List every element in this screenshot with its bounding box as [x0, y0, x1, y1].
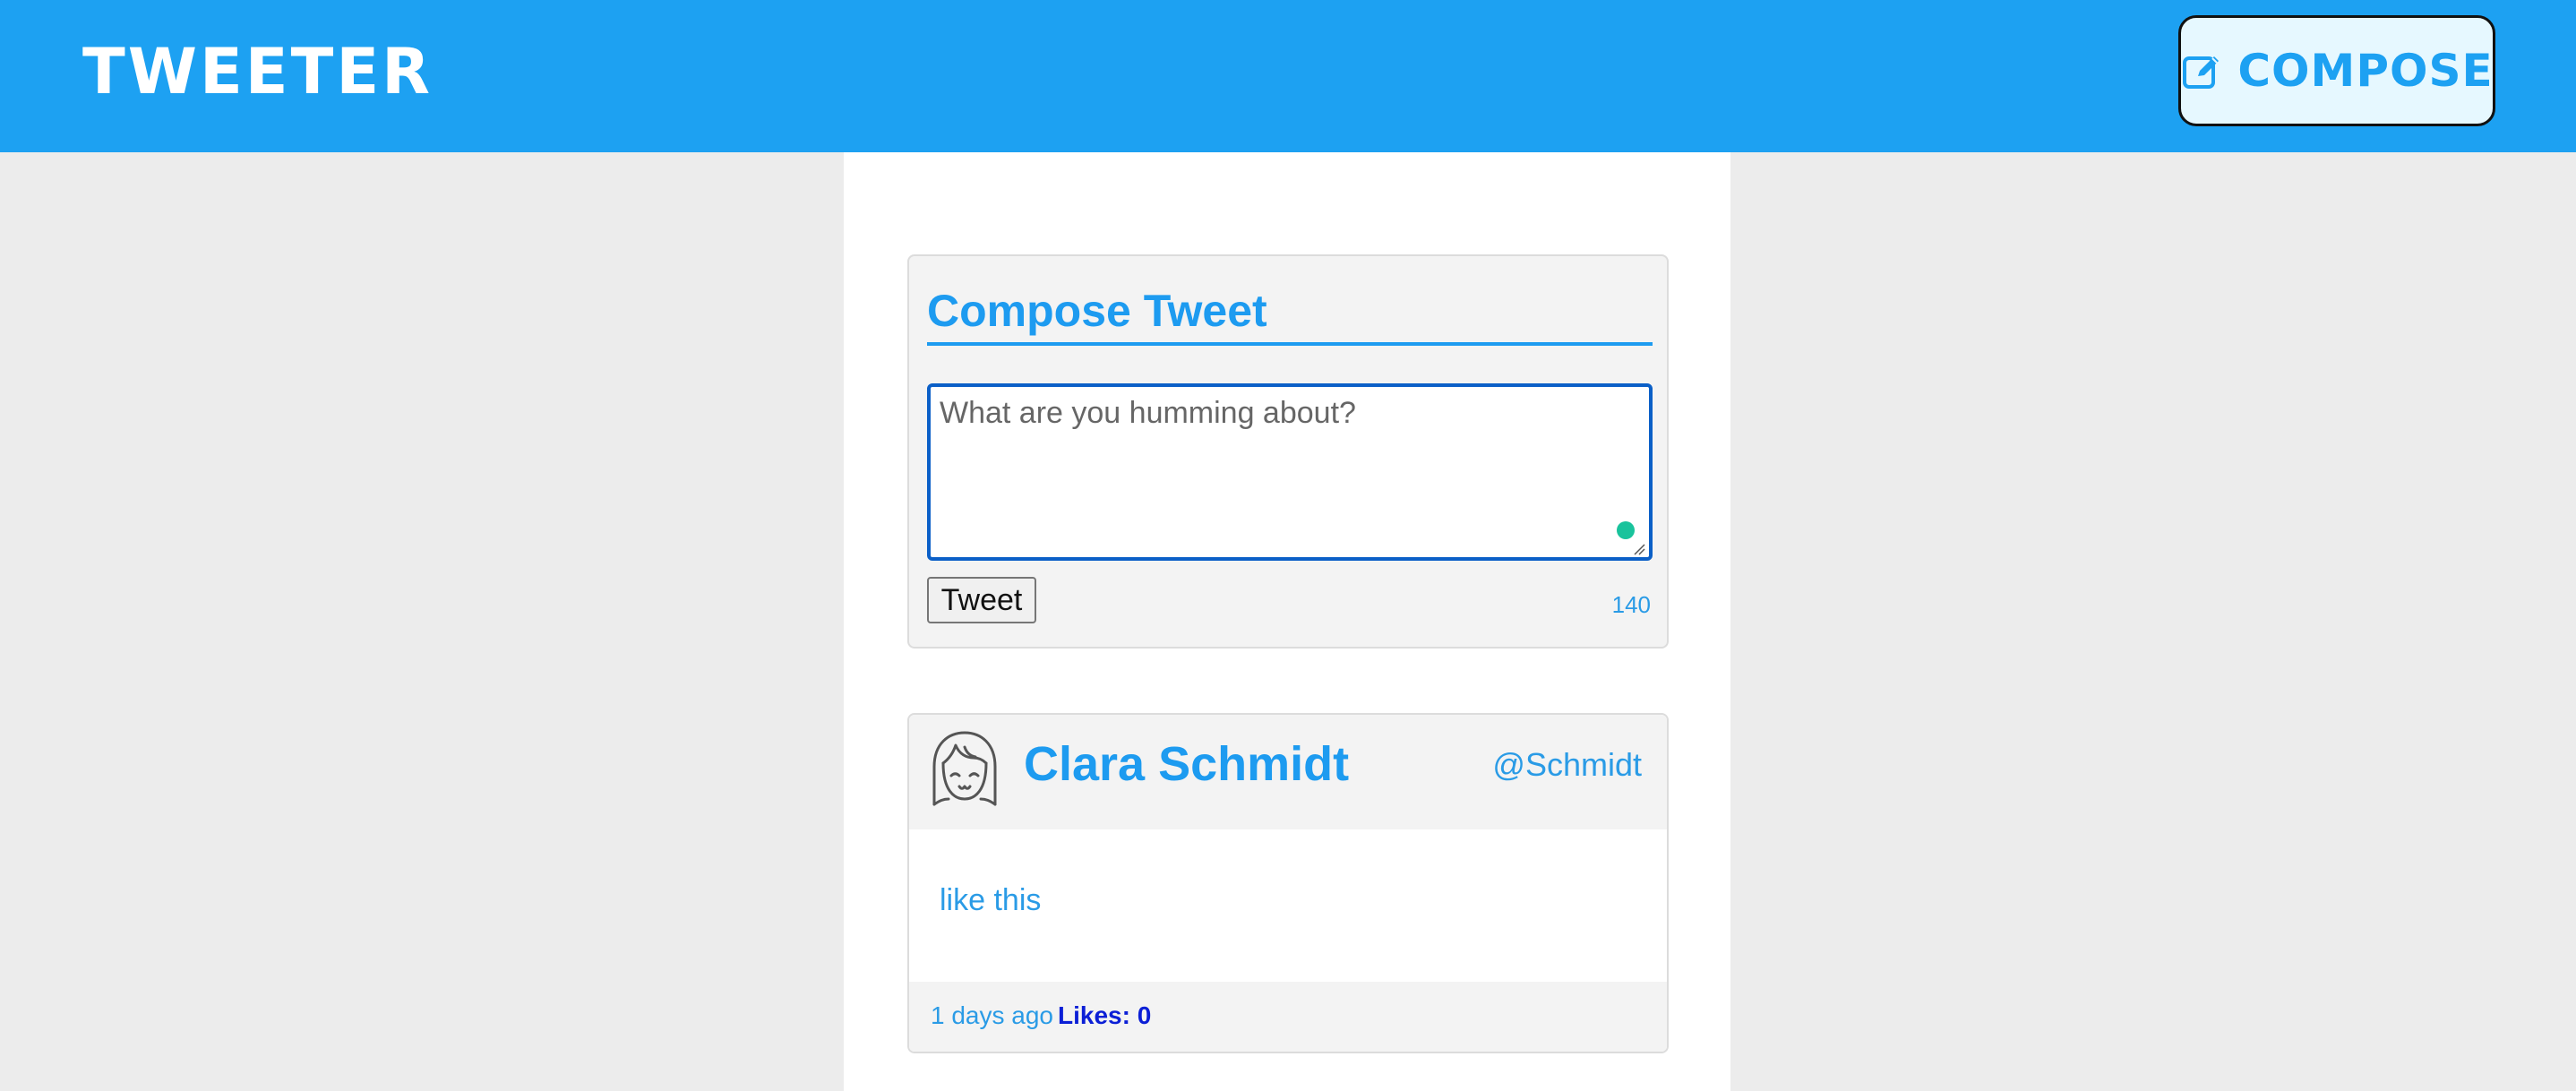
tweet-card: Clara Schmidt @Schmidt like this 1 days …	[907, 713, 1669, 1053]
tweet-author-name: Clara Schmidt	[1024, 737, 1350, 791]
tweet-body: like this	[909, 829, 1667, 982]
brand-logo[interactable]: TWEETER	[82, 36, 433, 107]
compose-button[interactable]: COMPOSE	[2178, 15, 2495, 126]
tweet-footer: 1 days ago Likes: 0	[909, 982, 1667, 1052]
top-navbar: TWEETER COMPOSE	[0, 0, 2576, 152]
resize-grip-icon[interactable]	[1633, 543, 1645, 555]
tweet-timestamp: 1 days ago	[931, 1001, 1053, 1029]
tweet-submit-button[interactable]: Tweet	[927, 577, 1036, 623]
compose-button-label: COMPOSE	[2237, 45, 2494, 97]
compose-tweet-title: Compose Tweet	[927, 283, 1653, 346]
tweet-author-handle: @Schmidt	[1492, 746, 1642, 783]
main-column: Compose Tweet Tweet 140	[844, 152, 1730, 1091]
compose-tweet-card: Compose Tweet Tweet 140	[907, 254, 1669, 649]
tweet-text: like this	[940, 883, 1042, 917]
tweet-header: Clara Schmidt @Schmidt	[909, 715, 1667, 829]
character-counter: 140	[1611, 591, 1651, 618]
edit-icon	[2180, 49, 2223, 92]
tweet-textarea[interactable]	[927, 383, 1653, 561]
tweet-likes-count[interactable]: Likes: 0	[1058, 1001, 1151, 1030]
status-dot-icon	[1617, 521, 1635, 539]
girl-avatar-icon	[932, 731, 997, 806]
